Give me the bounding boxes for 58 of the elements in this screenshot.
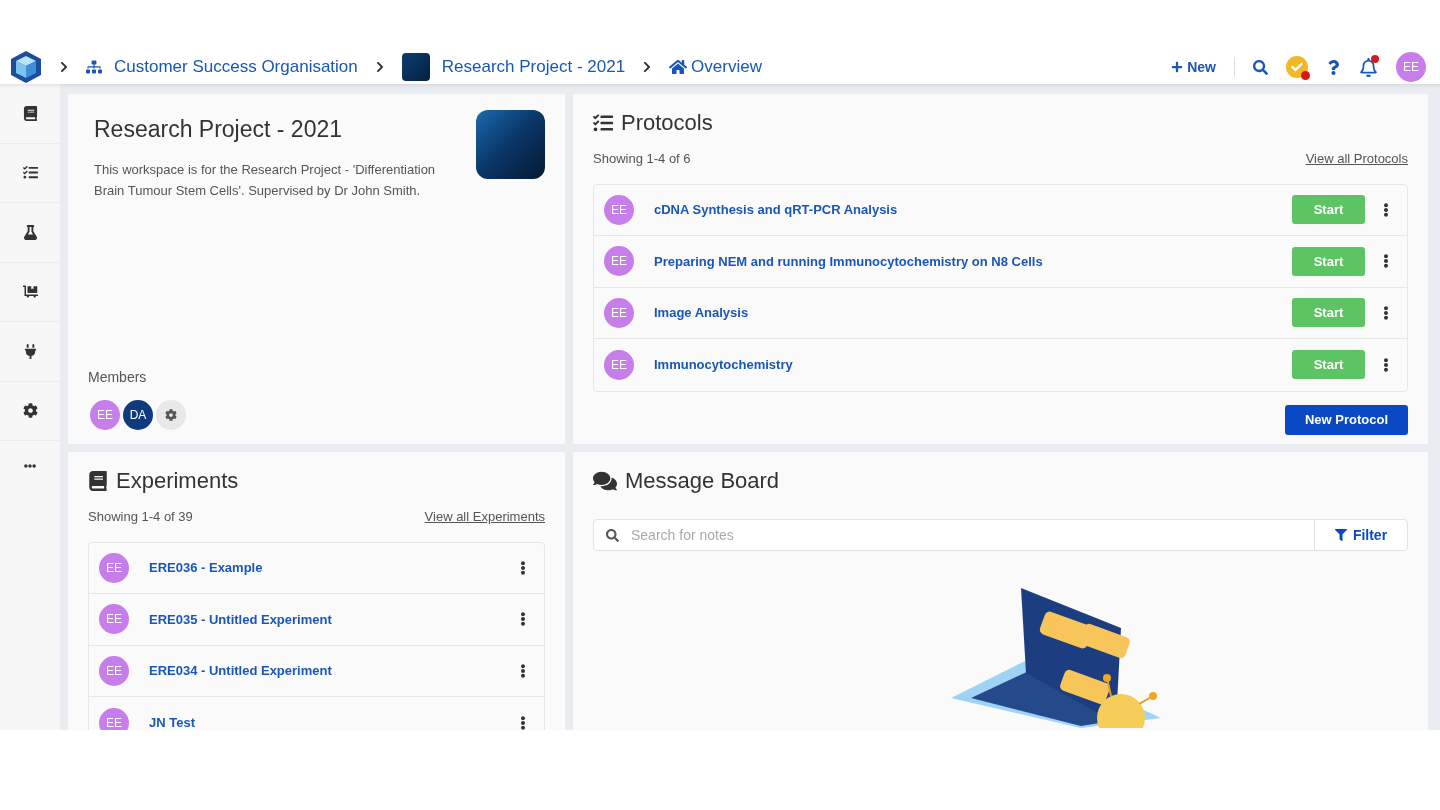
item-link[interactable]: JN Test — [129, 713, 195, 730]
home-icon — [669, 58, 688, 76]
breadcrumb-link[interactable]: Overview — [691, 54, 762, 80]
sitemap-icon — [86, 59, 102, 75]
item-link[interactable]: Immunocytochemistry — [634, 355, 793, 375]
view-all-link[interactable]: View all Experiments — [424, 507, 545, 527]
check-icon — [1291, 61, 1303, 73]
breadcrumb-link[interactable]: Customer Success Organisation — [114, 54, 358, 80]
cart-icon[interactable] — [22, 284, 38, 300]
item-link[interactable]: ERE035 - Untitled Experiment — [129, 609, 332, 629]
search-icon[interactable] — [1253, 59, 1268, 75]
bell-icon[interactable] — [1359, 57, 1378, 77]
item-link[interactable]: ERE034 - Untitled Experiment — [129, 661, 332, 681]
showing-count: Showing 1-4 of 6 — [593, 150, 691, 168]
project-title: Research Project - 2021 — [94, 115, 343, 144]
photo-placeholder — [476, 110, 545, 179]
checklist-icon[interactable] — [22, 165, 38, 181]
avatar: EE — [99, 707, 129, 730]
book-icon — [88, 470, 108, 491]
members-label: Members — [88, 368, 148, 387]
showing-count: Showing 1-4 of 39 — [88, 508, 193, 526]
project-description: This workspace is for the Research Project - 'Differentiation Brain Tumour Stem Cells'. Supervised by Dr John Smith. — [94, 160, 437, 200]
chevron-icon — [58, 61, 70, 73]
plus-icon — [1171, 61, 1184, 73]
avatar: EE — [99, 604, 129, 635]
settings-icon[interactable] — [22, 403, 38, 419]
breadcrumb-link[interactable]: Research Project - 2021 — [441, 54, 626, 80]
avatar: EE — [604, 297, 634, 328]
avatar: EE — [604, 349, 634, 380]
filter-button[interactable]: Filter — [1314, 520, 1407, 550]
section-title: Message Board — [625, 467, 780, 495]
section-title: Protocols — [621, 109, 713, 137]
settings-icon[interactable] — [156, 400, 186, 430]
checklist-icon — [593, 112, 613, 133]
flask-icon[interactable] — [22, 224, 38, 240]
new-protocol-button[interactable]: New Protocol — [1284, 404, 1408, 435]
avatar: EE — [604, 246, 634, 277]
member-avatar[interactable]: DA — [123, 400, 153, 430]
item-link[interactable]: cDNA Synthesis and qRT-PCR Analysis — [634, 200, 898, 220]
filter-icon — [1334, 529, 1347, 541]
help-icon[interactable] — [1326, 59, 1341, 75]
item-link[interactable]: Preparing NEM and running Immunocytochemistry on N8 Cells — [634, 251, 1043, 271]
photo-placeholder — [401, 53, 430, 81]
cube-logo-icon[interactable] — [10, 50, 42, 84]
view-all-link[interactable]: View all Protocols — [1305, 149, 1408, 169]
new-button[interactable]: New — [1171, 56, 1216, 78]
item-link[interactable]: ERE036 - Example — [129, 558, 263, 578]
search-icon — [606, 529, 619, 542]
tasks-check-icon[interactable] — [1286, 56, 1308, 78]
search-bar[interactable]: Search for notes Filter — [593, 519, 1408, 551]
avatar: EE — [99, 552, 129, 583]
avatar: EE — [99, 655, 129, 686]
plug-icon[interactable] — [22, 343, 38, 359]
section-title: Experiments — [116, 467, 239, 495]
search-field[interactable]: Search for notes — [594, 520, 1314, 550]
avatar: EE — [604, 194, 634, 225]
book-icon[interactable] — [22, 105, 38, 121]
item-link[interactable]: Image Analysis — [634, 303, 749, 323]
